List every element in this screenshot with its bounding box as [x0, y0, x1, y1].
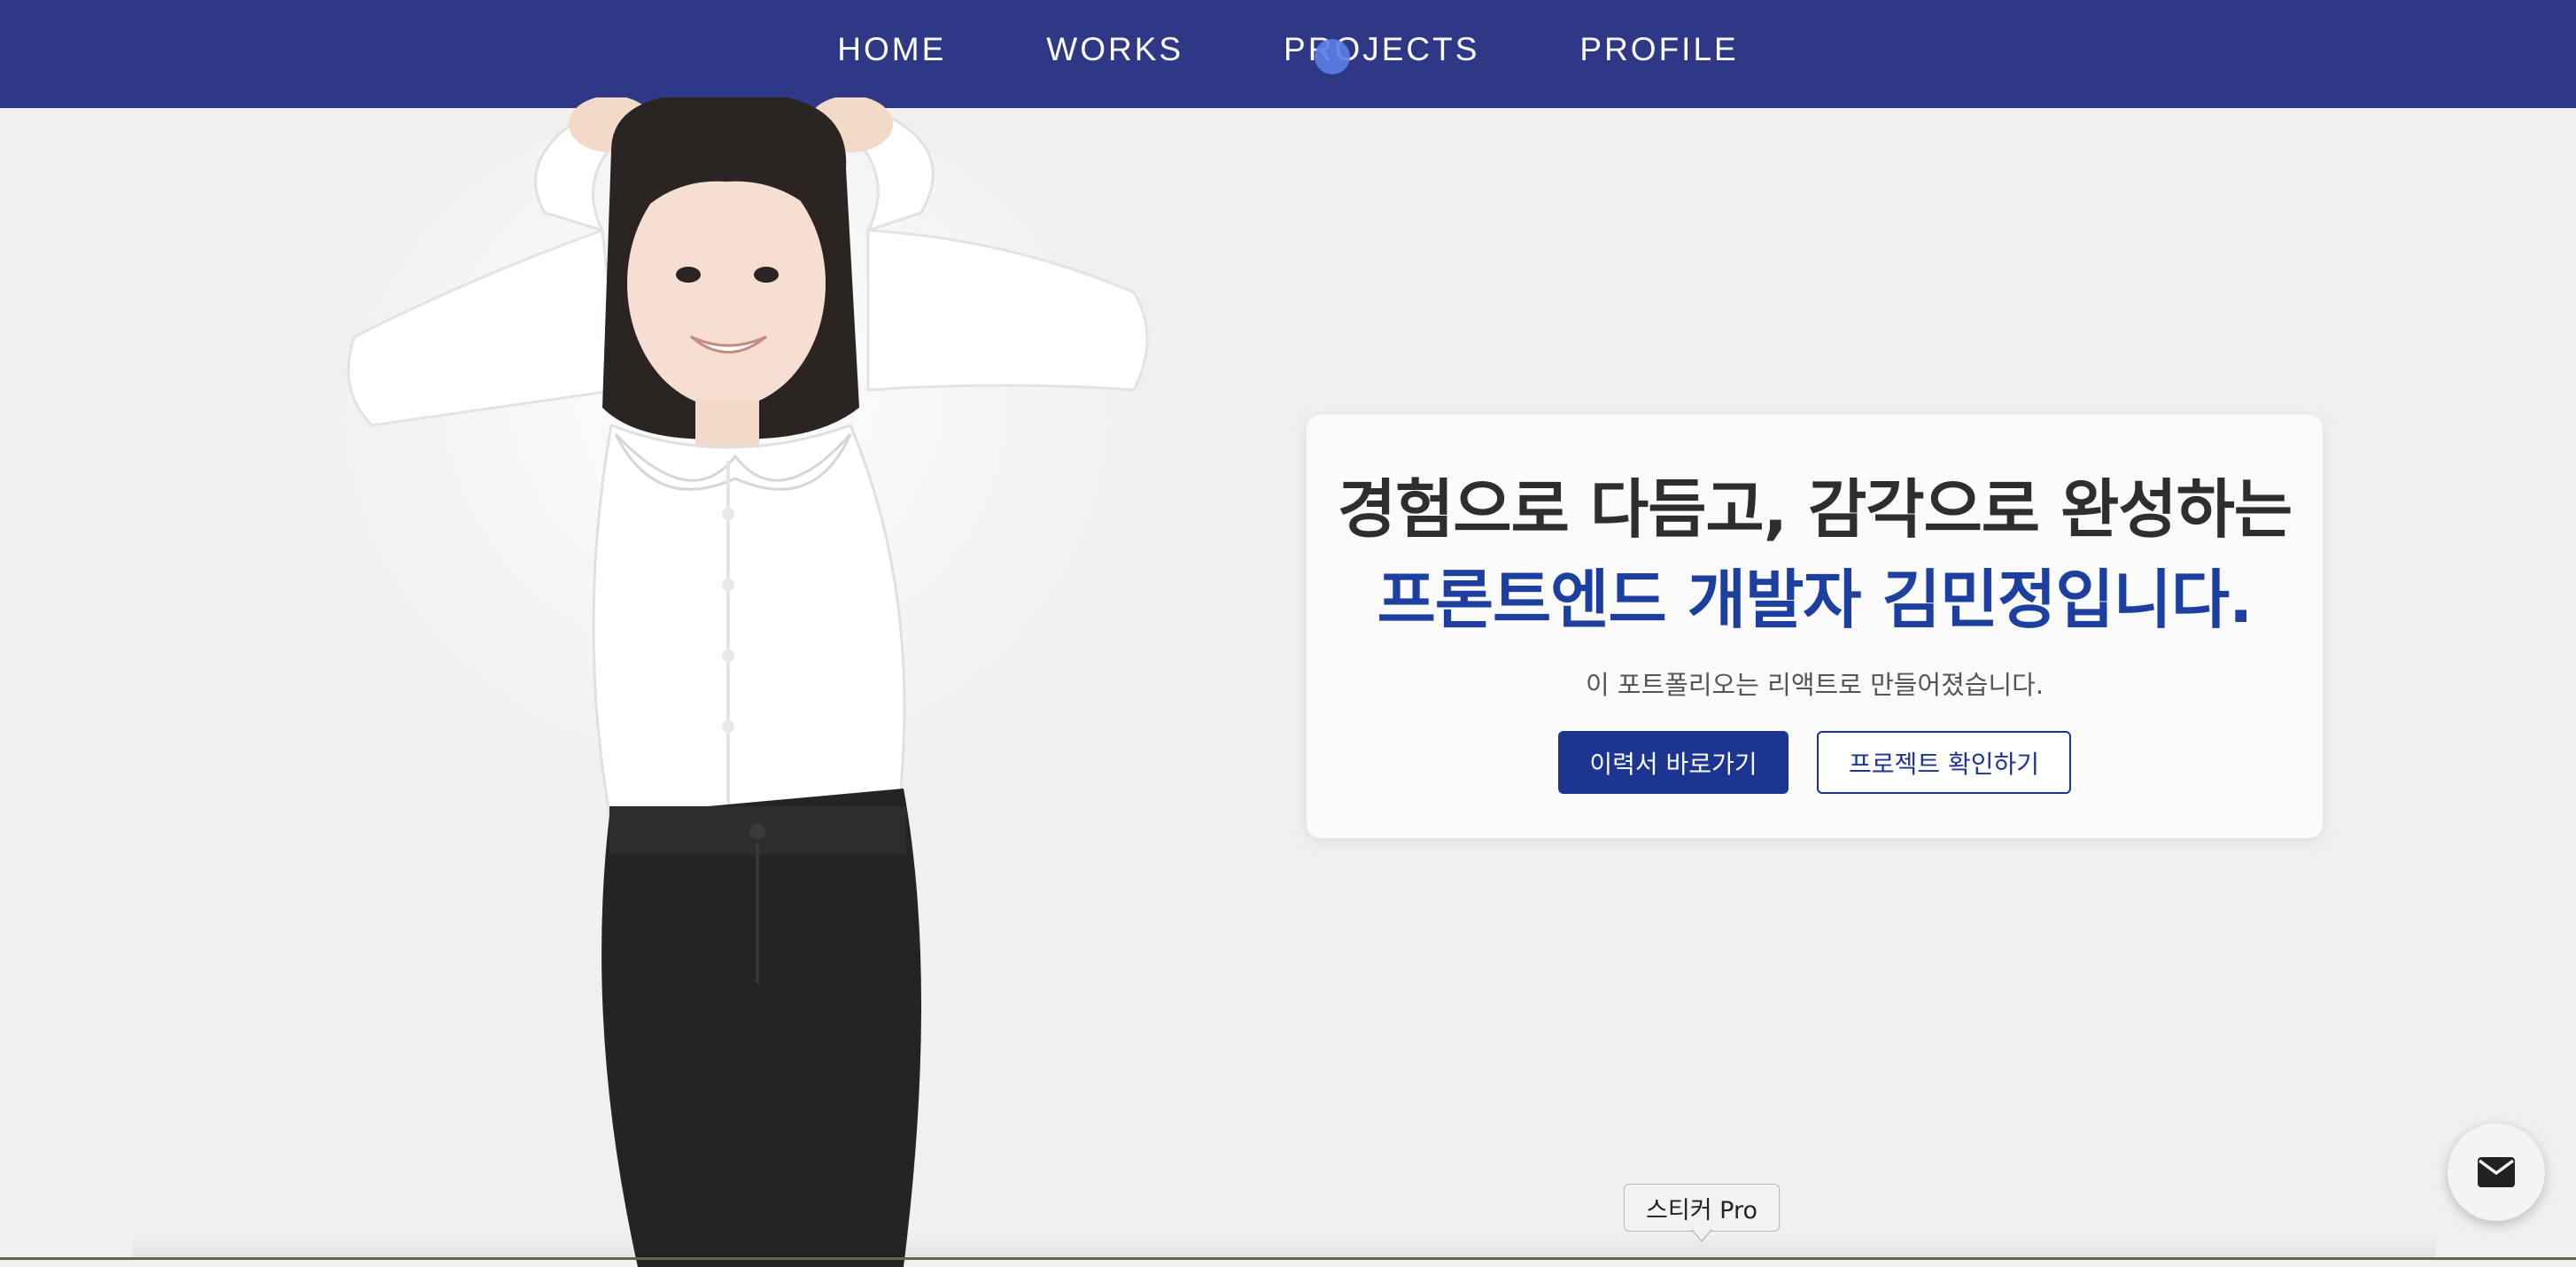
- nav-menu: HOME WORKS PROJECTS PROFILE: [837, 31, 1738, 68]
- nav-item-home[interactable]: HOME: [837, 31, 946, 68]
- cta-buttons: 이력서 바로가기 프로젝트 확인하기: [1307, 731, 2323, 794]
- intro-card: 경험으로 다듬고, 감각으로 완성하는 프론트엔드 개발자 김민정입니다. 이 …: [1307, 415, 2323, 838]
- nav-item-works[interactable]: WORKS: [1046, 31, 1183, 68]
- profile-photo: [337, 97, 1149, 1267]
- intro-subtitle: 이 포트폴리오는 리액트로 만들어졌습니다.: [1585, 670, 2045, 700]
- cursor-indicator: [1315, 39, 1350, 74]
- headline-line-1: 경험으로 다듬고, 감각으로 완성하는: [1337, 472, 2293, 547]
- view-projects-button[interactable]: 프로젝트 확인하기: [1817, 731, 2071, 794]
- contact-mail-button[interactable]: [2448, 1123, 2545, 1221]
- nav-item-profile[interactable]: PROFILE: [1579, 31, 1738, 68]
- section-bottom-shadow: [133, 1233, 2436, 1260]
- top-navigation: HOME WORKS PROJECTS PROFILE: [0, 0, 2576, 108]
- mail-icon: [2478, 1157, 2515, 1187]
- nav-item-projects[interactable]: PROJECTS: [1284, 31, 1479, 68]
- headline-line-2: 프론트엔드 개발자 김민정입니다.: [1377, 563, 2254, 637]
- sticker-tooltip: 스티커 Pro: [1624, 1184, 1780, 1232]
- resume-button[interactable]: 이력서 바로가기: [1558, 731, 1788, 794]
